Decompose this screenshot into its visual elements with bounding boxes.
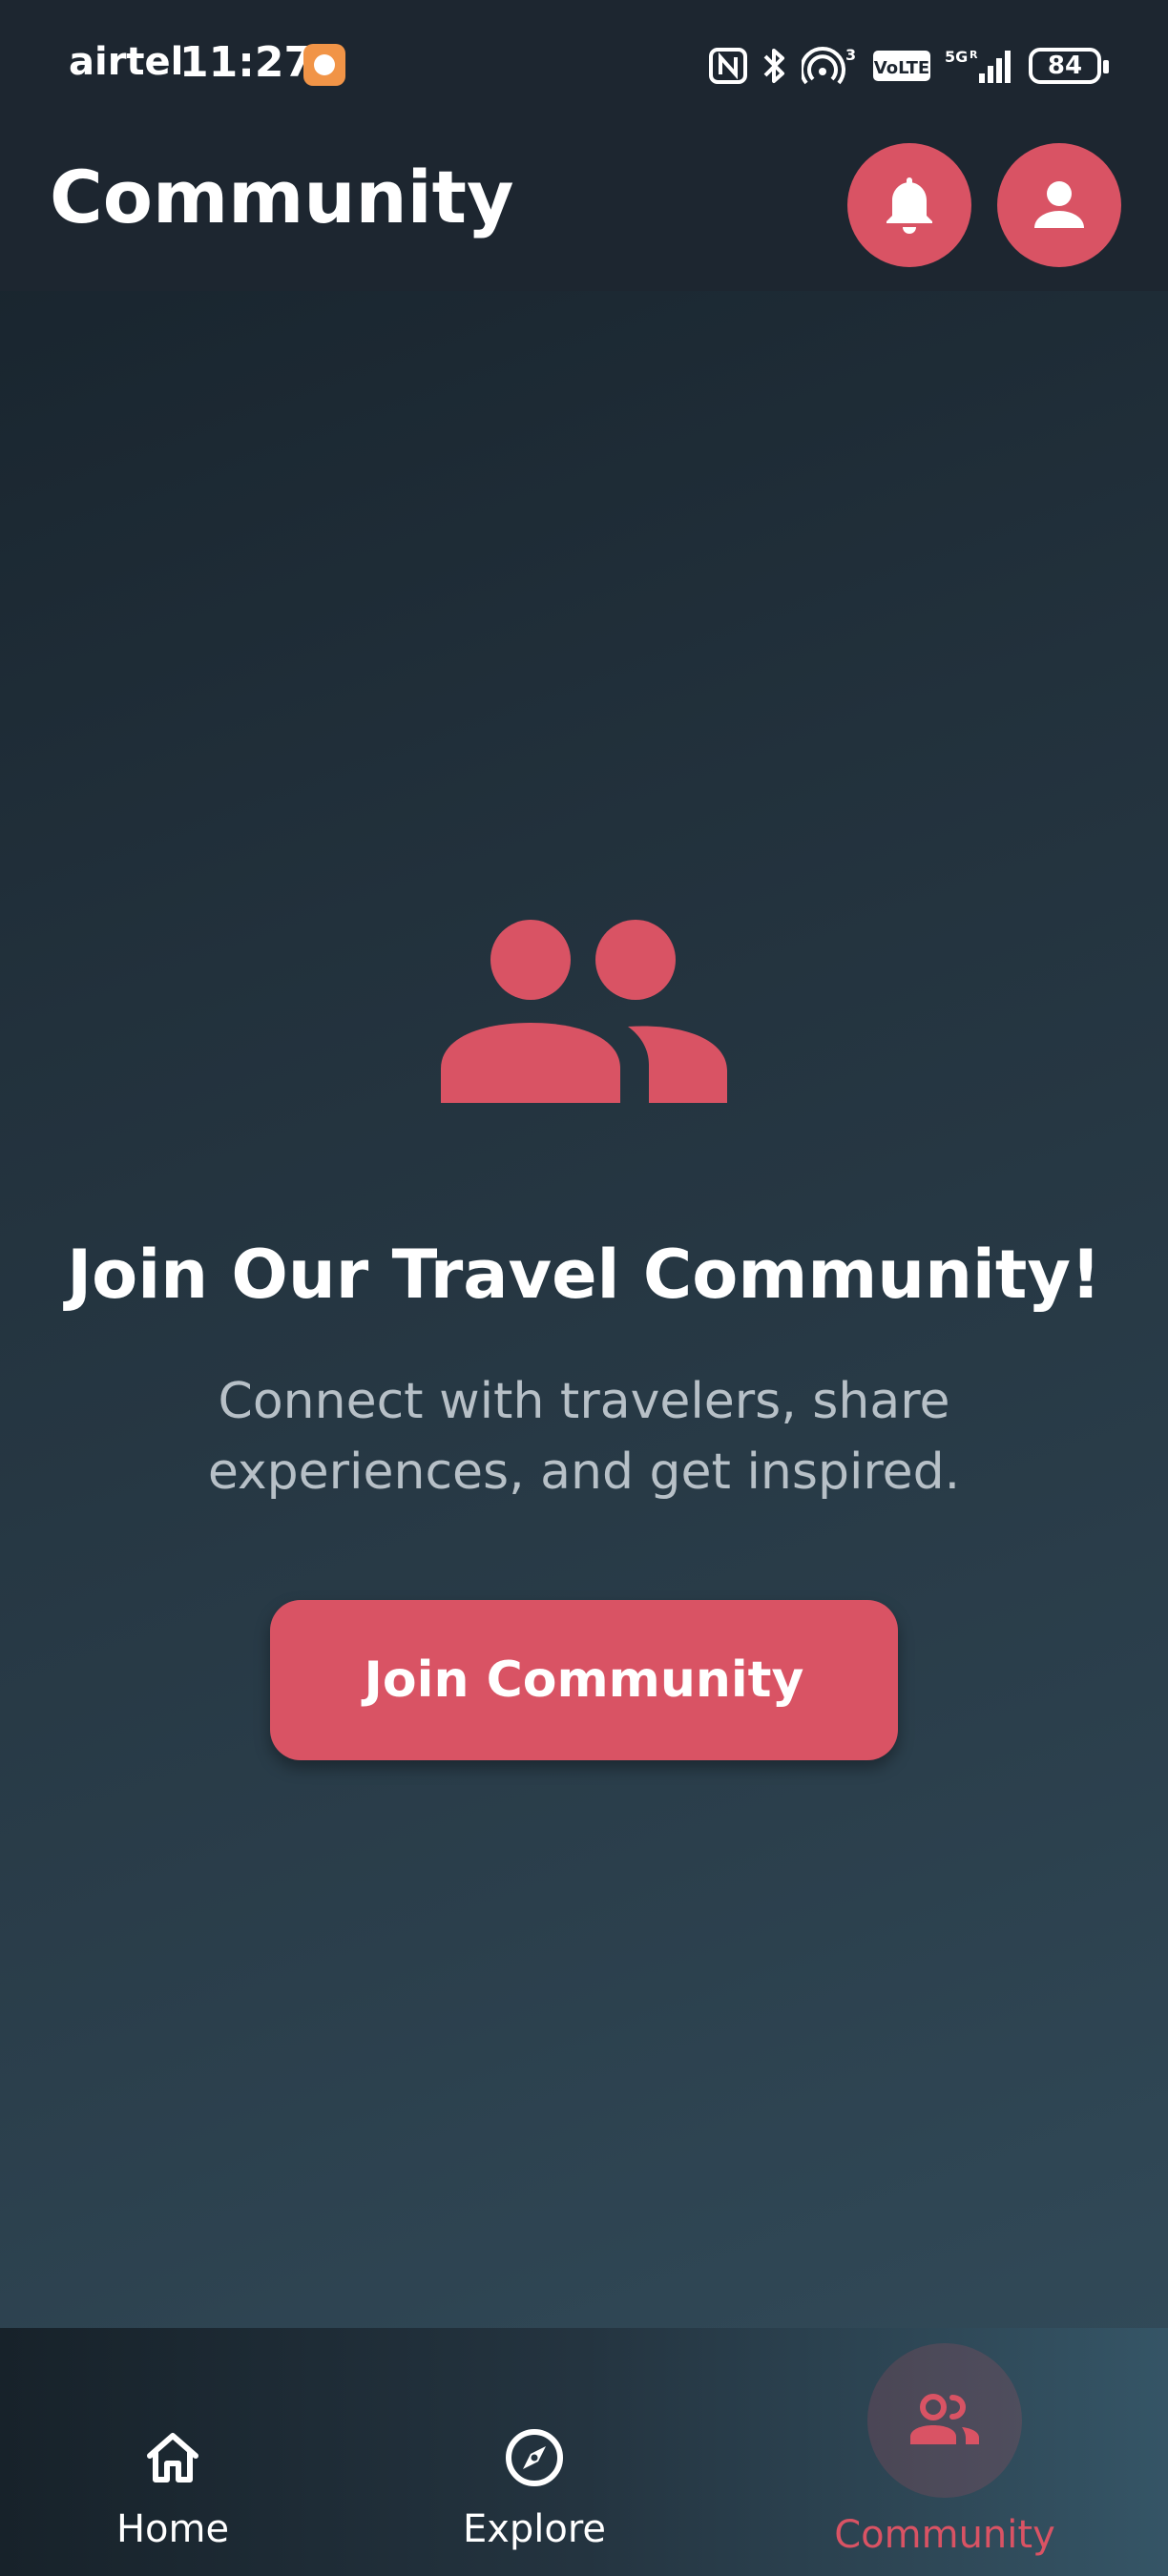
svg-text:3: 3 — [845, 47, 856, 64]
profile-button[interactable] — [997, 143, 1121, 267]
page-title: Community — [50, 155, 514, 239]
battery-icon: 84 — [1029, 48, 1109, 84]
nav-label-explore: Explore — [462, 2507, 607, 2551]
home-icon — [147, 2433, 198, 2483]
carrier-name: airtel — [69, 40, 184, 84]
status-time: 11:27 — [179, 38, 314, 87]
hero-title: Join Our Travel Community! — [67, 1236, 1101, 1314]
nav-item-home[interactable]: Home — [30, 2328, 316, 2576]
group-icon — [441, 920, 727, 1103]
nfc-icon — [709, 48, 747, 84]
join-community-button[interactable]: Join Community — [270, 1600, 898, 1760]
hero-subtitle: Connect with travelers, share experience… — [207, 1373, 961, 1501]
signal-5g-icon: 5G R — [945, 48, 1011, 83]
nav-icon-container — [135, 2420, 211, 2496]
compass-icon — [506, 2429, 563, 2486]
nav-label-community: Community — [834, 2513, 1055, 2557]
battery-level: 84 — [1047, 52, 1083, 80]
nav-label-home: Home — [115, 2507, 230, 2551]
nav-active-indicator — [867, 2343, 1022, 2498]
volte-icon: VoLTE — [873, 51, 930, 81]
hotspot-icon: 3 — [802, 47, 856, 85]
notifications-button[interactable] — [847, 143, 971, 267]
nav-icon-container — [496, 2420, 573, 2496]
person-icon — [1034, 181, 1084, 228]
nav-item-community[interactable]: Community — [802, 2328, 1088, 2576]
bell-icon — [886, 177, 932, 234]
status-icons: 3 VoLTE 5G R 84 — [708, 44, 1109, 88]
status-bar: airtel 11:27 3 VoLTE 5G R 84 — [0, 0, 1168, 134]
svg-text:VoLTE: VoLTE — [874, 58, 929, 78]
bluetooth-icon — [763, 49, 784, 83]
app-header: Community — [0, 134, 1168, 291]
group-icon — [910, 2394, 979, 2444]
bottom-nav: Home Explore Community — [0, 2328, 1168, 2576]
app-notification-icon — [303, 44, 345, 86]
nav-item-explore[interactable]: Explore — [391, 2328, 678, 2576]
svg-text:5G: 5G — [945, 48, 968, 66]
svg-text:R: R — [970, 49, 978, 61]
